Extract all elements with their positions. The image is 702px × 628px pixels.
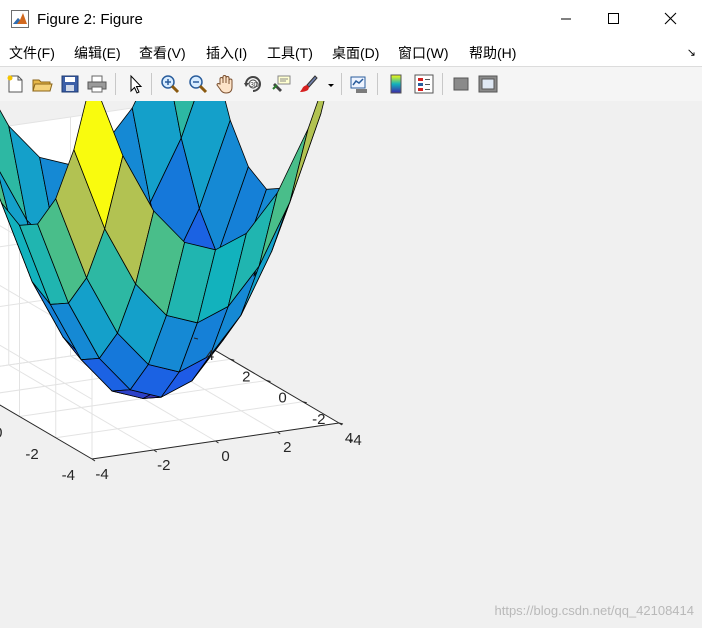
toolbar-separator — [442, 73, 443, 95]
close-button[interactable] — [648, 0, 694, 36]
matlab-logo-icon — [11, 10, 29, 28]
legend-icon — [414, 74, 434, 94]
menu-view[interactable]: 查看(V) — [139, 44, 186, 62]
edit-plot-arrow-icon — [130, 74, 143, 94]
brush-dropdown[interactable] — [325, 73, 337, 95]
minimize-icon — [561, 18, 571, 20]
menu-file[interactable]: 文件(F) — [9, 44, 55, 62]
minimize-button[interactable] — [543, 0, 589, 36]
menu-bar: 文件(F) 编辑(E) 查看(V) 插入(I) 工具(T) 桌面(D) 窗口(W… — [0, 40, 702, 66]
edit-plot-button[interactable] — [124, 73, 146, 95]
menu-desktop[interactable]: 桌面(D) — [332, 44, 379, 62]
figure-canvas[interactable]: -4-2024-4-2024-4-202405101520 https://bl… — [0, 101, 702, 628]
zoom-out-button[interactable] — [187, 73, 209, 95]
new-figure-icon — [7, 75, 23, 93]
menu-tools[interactable]: 工具(T) — [267, 44, 313, 62]
svg-text:3D: 3D — [250, 82, 259, 89]
x-tick-label: -4 — [95, 466, 108, 483]
chevron-down-icon — [328, 84, 334, 87]
x-tick-mark — [153, 449, 158, 453]
show-plot-tools-icon — [478, 75, 498, 93]
toolbar-separator — [151, 73, 152, 95]
toolbar-separator — [341, 73, 342, 95]
y-tick-label: 4 — [206, 347, 214, 364]
x-tick-mark — [276, 431, 281, 435]
print-button[interactable] — [86, 73, 108, 95]
zoom-out-icon — [189, 75, 208, 94]
y-tick-label: -2 — [312, 411, 325, 428]
new-figure-button[interactable] — [4, 73, 26, 95]
menu-help[interactable]: 帮助(H) — [469, 44, 516, 62]
watermark-text: https://blog.csdn.net/qq_42108414 — [494, 603, 695, 618]
pan-hand-icon — [216, 74, 233, 94]
link-plot-button[interactable] — [348, 73, 370, 95]
zoom-in-button[interactable] — [159, 73, 181, 95]
x-tick-label: 0 — [221, 448, 229, 465]
rotate-3d-button[interactable]: 3D — [242, 73, 264, 95]
title-bar: Figure 2: Figure — [0, 0, 702, 40]
hide-plot-tools-icon — [453, 77, 469, 91]
save-icon — [61, 75, 79, 93]
y-tick-label: 0 — [278, 390, 286, 407]
y-tick-label-left: 0 — [0, 425, 3, 442]
x-tick-label: -2 — [157, 457, 170, 474]
menu-edit[interactable]: 编辑(E) — [74, 44, 121, 62]
zoom-in-icon — [161, 75, 180, 94]
toolbar-separator — [115, 73, 116, 95]
colorbar-button[interactable] — [385, 73, 407, 95]
y-tick-label: 2 — [242, 368, 250, 385]
open-file-icon — [32, 79, 53, 92]
x-tick-mark — [215, 440, 219, 444]
hide-plot-tools-button[interactable] — [450, 73, 472, 95]
close-icon — [664, 12, 677, 25]
surface-plot: -4-2024-4-2024-4-202405101520 — [0, 101, 362, 484]
pan-button[interactable] — [214, 73, 236, 95]
y-tick-label-left: -4 — [62, 467, 75, 484]
x-tick-mark — [91, 458, 96, 462]
menu-insert[interactable]: 插入(I) — [206, 44, 247, 62]
x-tick-label: 2 — [283, 439, 291, 456]
y-tick-label: -4 — [348, 432, 361, 449]
legend-button[interactable] — [413, 73, 435, 95]
print-icon — [87, 75, 107, 93]
brush-icon — [300, 75, 318, 92]
toolbar: 3D — [0, 66, 702, 102]
rotate-3d-icon: 3D — [244, 76, 261, 92]
open-file-button[interactable] — [31, 73, 53, 95]
data-cursor-icon — [272, 75, 291, 92]
y-tick-label-left: -2 — [25, 446, 38, 463]
show-plot-tools-button[interactable] — [477, 73, 499, 95]
save-button[interactable] — [59, 73, 81, 95]
toolbar-separator — [377, 73, 378, 95]
menu-window[interactable]: 窗口(W) — [398, 44, 449, 62]
link-plot-icon — [350, 76, 367, 93]
maximize-button[interactable] — [590, 0, 636, 36]
brush-button[interactable] — [297, 73, 319, 95]
colorbar-icon — [390, 74, 402, 94]
dock-arrow-icon[interactable]: ↘ — [687, 46, 696, 59]
window-title: Figure 2: Figure — [37, 11, 143, 28]
maximize-icon — [608, 13, 619, 24]
data-cursor-button[interactable] — [270, 73, 292, 95]
